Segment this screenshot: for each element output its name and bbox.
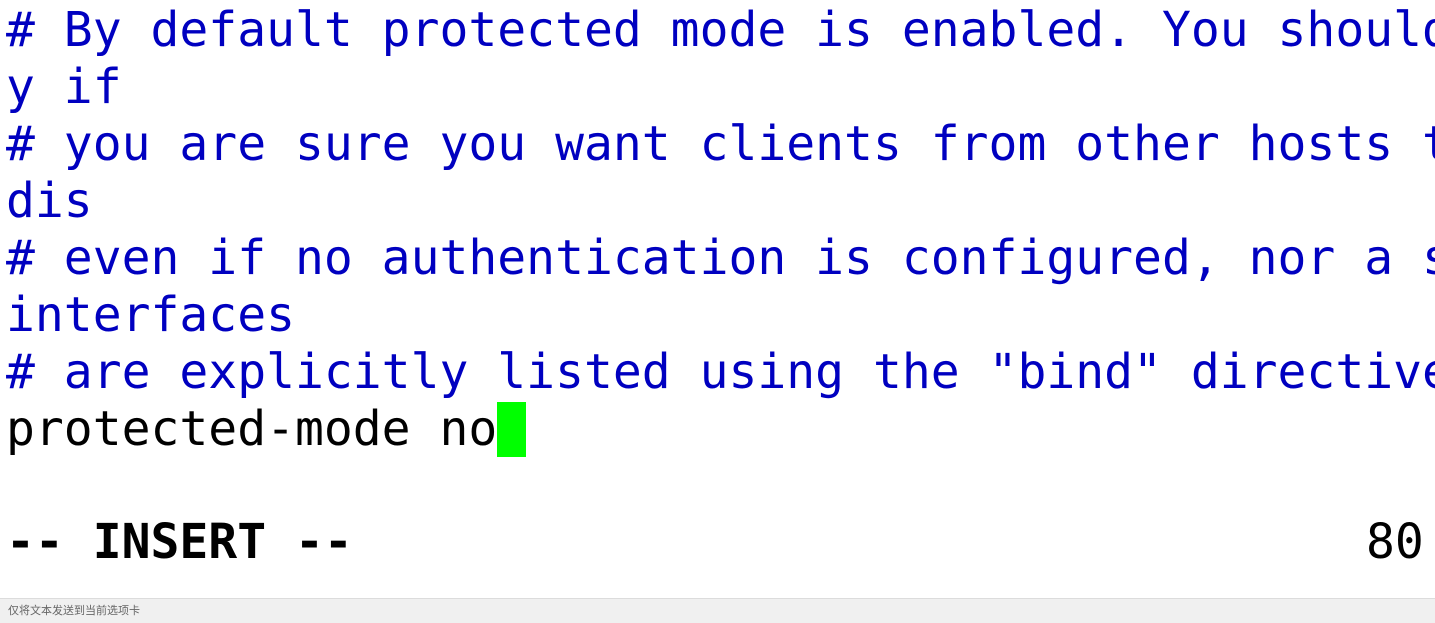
- editor-line: # you are sure you want clients from oth…: [6, 116, 1435, 172]
- cursor-position: 80: [1366, 514, 1424, 570]
- editor-line-text: protected-mode no: [6, 401, 498, 457]
- send-to-tab-hint[interactable]: 仅将文本发送到当前选项卡: [0, 598, 1435, 623]
- terminal-window[interactable]: # By default protected mode is enabled. …: [0, 0, 1435, 598]
- editor-line: y if: [6, 59, 122, 115]
- editor-current-line[interactable]: protected-mode no: [6, 401, 527, 458]
- editor-line: # By default protected mode is enabled. …: [6, 2, 1435, 58]
- editor-line: dis: [6, 173, 93, 229]
- mode-indicator: -- INSERT --: [6, 514, 353, 570]
- editor-line: # are explicitly listed using the "bind"…: [6, 344, 1435, 400]
- editor-line: # even if no authentication is configure…: [6, 230, 1435, 286]
- text-cursor: [497, 402, 527, 457]
- editor-line: interfaces: [6, 287, 295, 343]
